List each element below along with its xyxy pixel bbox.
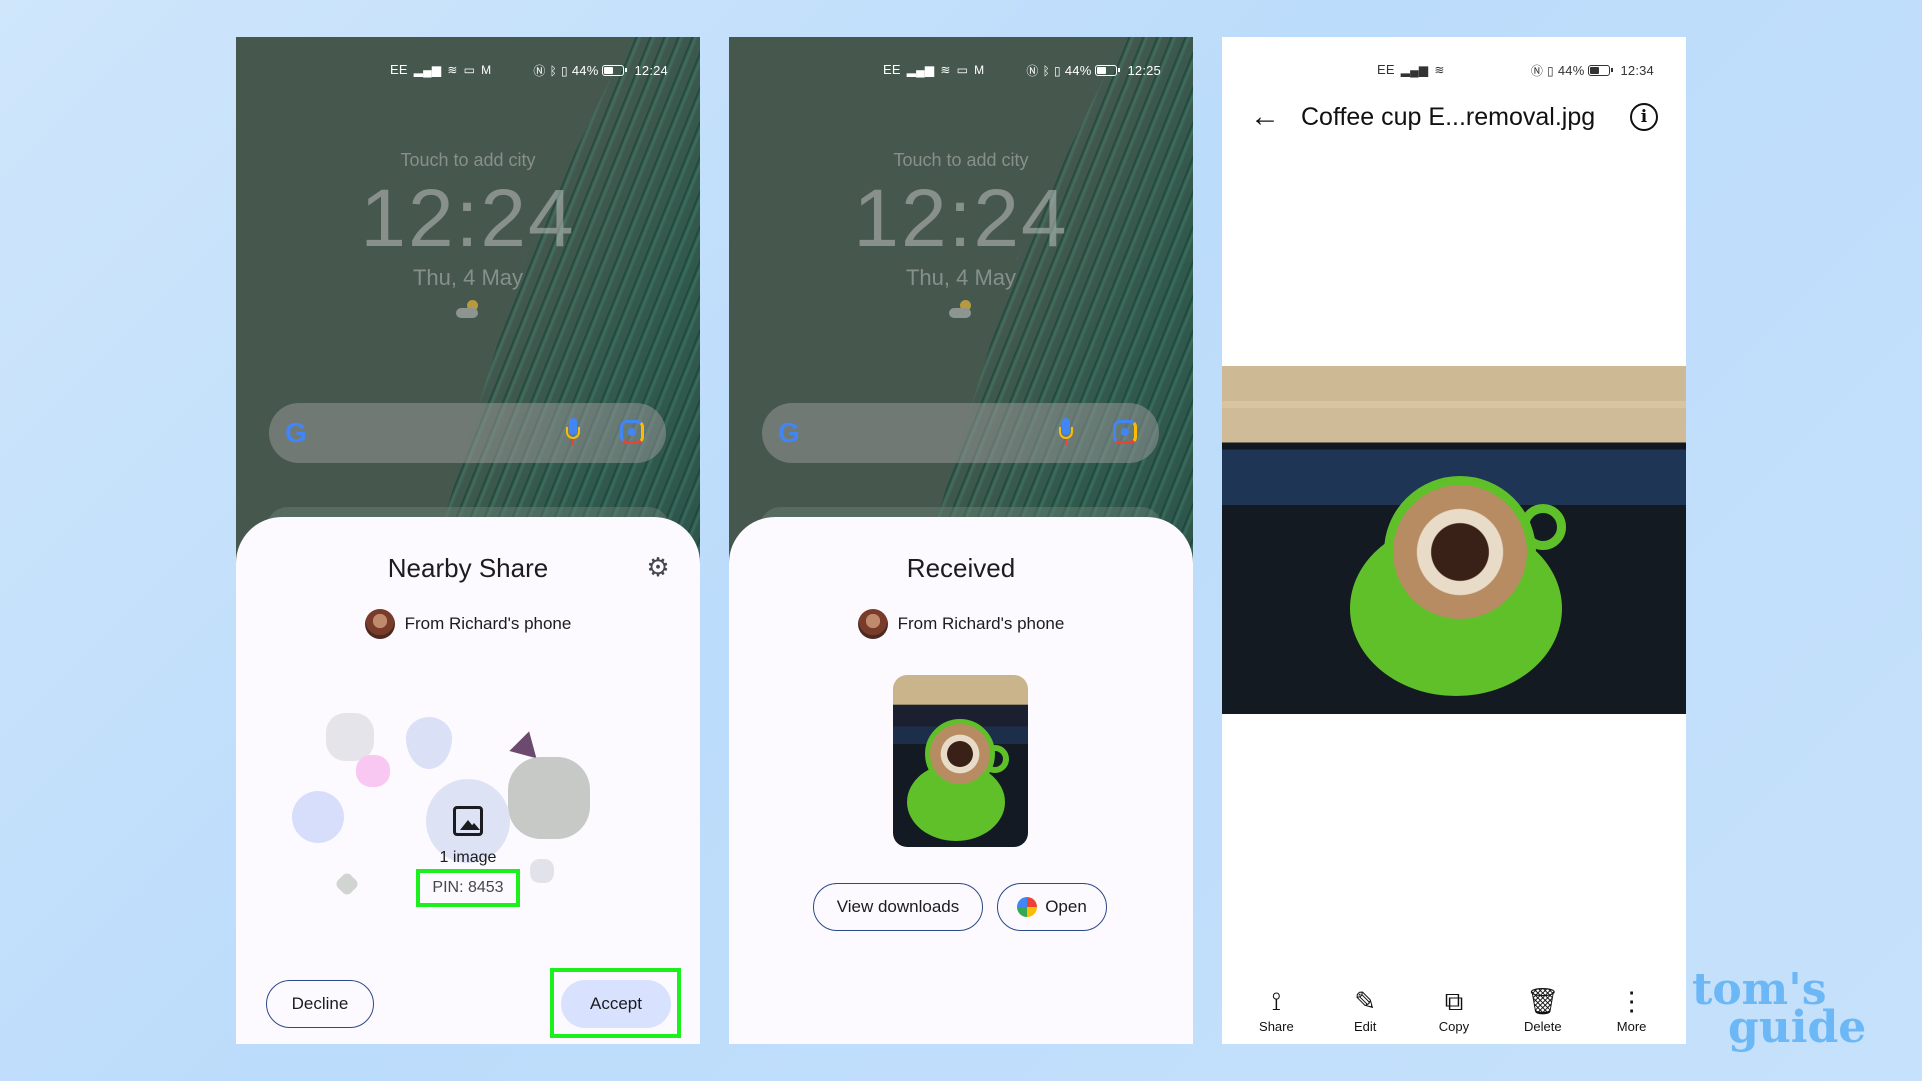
sheet-title: Nearby Share: [387, 553, 549, 583]
nfc-icon: Ⓝ: [533, 64, 546, 78]
phone-screen-gallery-viewer: EE ▂▄▆ ≋ Ⓝ ▯ 44% 12:34 ← Coffee cup E...…: [1222, 37, 1686, 1044]
logo-line-2: guide: [1728, 1002, 1867, 1053]
signal-icon: ▂▄▆: [906, 62, 935, 77]
vibrate-icon: ▯: [561, 63, 568, 78]
image-icon: [453, 806, 483, 836]
status-bar: EE ▂▄▆ ≋ Ⓝ ▯ 44% 12:34: [1222, 59, 1686, 83]
google-logo-icon: G: [778, 417, 800, 448]
settings-gear-icon[interactable]: ⚙: [644, 553, 672, 581]
copy-icon: ⧉: [1444, 986, 1464, 1016]
toms-guide-logo: tom's guide: [1692, 968, 1867, 1053]
sender-label: From Richard's phone: [404, 614, 572, 633]
back-arrow-icon[interactable]: ←: [1250, 97, 1280, 137]
lens-icon[interactable]: [1113, 420, 1137, 444]
viewer-header: ← Coffee cup E...removal.jpg i: [1222, 97, 1686, 137]
battery-percent: 44%: [571, 63, 599, 78]
battery-icon: [1588, 65, 1614, 76]
status-time: 12:34: [1620, 63, 1654, 78]
open-button[interactable]: Open: [997, 883, 1107, 931]
open-label: Open: [1045, 897, 1087, 916]
signal-icon: ▂▄▆: [1400, 62, 1429, 77]
viewer-toolbar: ⟟ Share ✎ Edit ⧉ Copy 🗑︎ Delete ⋮ More: [1222, 987, 1686, 1034]
toolbar-label: Edit: [1353, 1019, 1377, 1034]
carrier-label: EE: [883, 62, 901, 77]
toolbar-label: Delete: [1523, 1019, 1562, 1034]
mic-icon[interactable]: [1059, 418, 1073, 448]
toolbar-label: More: [1616, 1019, 1647, 1034]
wifi-icon: ≋: [447, 62, 458, 77]
lens-icon[interactable]: [620, 420, 644, 444]
sender-avatar: [857, 609, 888, 639]
decor-blob-gray-star: [326, 713, 374, 761]
mail-icon: M: [974, 62, 985, 77]
wifi-icon: ≋: [940, 62, 951, 77]
message-icon: ▭: [463, 62, 476, 77]
message-icon: ▭: [956, 62, 969, 77]
file-title: Coffee cup E...removal.jpg: [1301, 103, 1596, 131]
status-time: 12:25: [1127, 63, 1161, 78]
status-bar: EE ▂▄▆ ≋ ▭ M Ⓝ ᛒ ▯ 44% 12:24: [236, 59, 700, 83]
info-icon[interactable]: i: [1630, 103, 1658, 131]
vibrate-icon: ▯: [1547, 63, 1554, 78]
toolbar-copy[interactable]: ⧉ Copy: [1419, 987, 1489, 1034]
bluetooth-icon: ᛒ: [549, 63, 558, 78]
phone-screen-nearby-share: EE ▂▄▆ ≋ ▭ M Ⓝ ᛒ ▯ 44% 12:24 Touch to ad…: [236, 37, 700, 1044]
pin-code: PIN: 8453: [416, 869, 520, 907]
more-vert-icon: ⋮: [1618, 986, 1645, 1016]
pencil-icon: ✎: [1354, 986, 1377, 1016]
status-bar: EE ▂▄▆ ≋ ▭ M Ⓝ ᛒ ▯ 44% 12:25: [729, 59, 1193, 83]
carrier-label: EE: [390, 62, 408, 77]
vibrate-icon: ▯: [1054, 63, 1061, 78]
accept-button[interactable]: Accept: [561, 980, 671, 1028]
received-image-thumbnail[interactable]: [893, 675, 1028, 847]
carrier-label: EE: [1377, 62, 1395, 77]
battery-icon: [1095, 65, 1121, 76]
toolbar-delete[interactable]: 🗑︎ Delete: [1508, 987, 1578, 1034]
phone-screen-received: EE ▂▄▆ ≋ ▭ M Ⓝ ᛒ ▯ 44% 12:25 Touch to ad…: [729, 37, 1193, 1044]
toolbar-more[interactable]: ⋮ More: [1597, 987, 1667, 1034]
status-time: 12:24: [634, 63, 668, 78]
battery-percent: 44%: [1064, 63, 1092, 78]
decor-blob-lavender: [292, 791, 344, 843]
toolbar-edit[interactable]: ✎ Edit: [1330, 987, 1400, 1034]
view-downloads-button[interactable]: View downloads: [813, 883, 983, 931]
sender-row: From Richard's phone: [729, 609, 1193, 639]
sheet-title: Received: [906, 553, 1016, 583]
lock-clock: 12:24: [853, 173, 1069, 264]
decor-blob-pink: [356, 755, 390, 787]
decline-button[interactable]: Decline: [266, 980, 374, 1028]
battery-percent: 44%: [1557, 63, 1585, 78]
google-search-bar[interactable]: G: [762, 403, 1159, 463]
google-search-bar[interactable]: G: [269, 403, 666, 463]
trash-icon: 🗑︎: [1526, 986, 1560, 1016]
lock-date: Thu, 4 May: [905, 265, 1017, 290]
add-city-hint[interactable]: Touch to add city: [236, 150, 700, 171]
weather-icon: [949, 300, 973, 318]
decor-blob-gray-clover: [508, 757, 590, 839]
google-photos-icon: [1017, 897, 1038, 917]
mail-icon: M: [481, 62, 492, 77]
nfc-icon: Ⓝ: [1026, 64, 1039, 78]
lock-clock: 12:24: [360, 173, 576, 264]
lock-date: Thu, 4 May: [412, 265, 524, 290]
coffee-photo[interactable]: [1222, 366, 1686, 714]
wifi-icon: ≋: [1434, 62, 1445, 77]
share-icon: ⟟: [1271, 986, 1282, 1016]
add-city-hint[interactable]: Touch to add city: [729, 150, 1193, 171]
sender-label: From Richard's phone: [897, 614, 1065, 633]
mic-icon[interactable]: [566, 418, 580, 448]
toolbar-label: Copy: [1438, 1019, 1470, 1034]
weather-icon: [456, 300, 480, 318]
sender-avatar: [364, 609, 395, 639]
battery-icon: [602, 65, 628, 76]
google-logo-icon: G: [285, 417, 307, 448]
bluetooth-icon: ᛒ: [1042, 63, 1051, 78]
toolbar-share[interactable]: ⟟ Share: [1241, 987, 1311, 1034]
signal-icon: ▂▄▆: [413, 62, 442, 77]
toolbar-label: Share: [1259, 1019, 1294, 1034]
item-count: 1 image: [439, 849, 497, 866]
sender-row: From Richard's phone: [236, 609, 700, 639]
nfc-icon: Ⓝ: [1530, 64, 1544, 78]
